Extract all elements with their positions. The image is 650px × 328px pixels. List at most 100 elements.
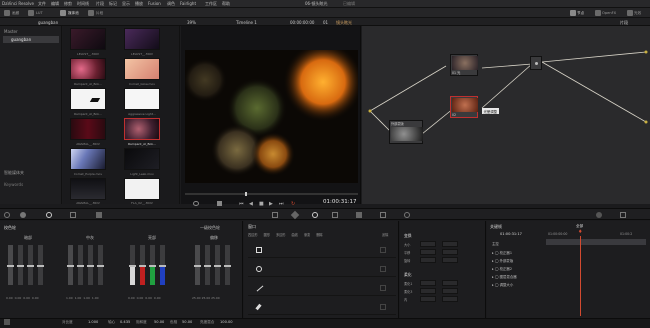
pan-field[interactable] (420, 249, 436, 255)
keyframe-playhead-icon[interactable]: ♦ (578, 229, 582, 235)
media-pool-icon[interactable] (60, 10, 66, 16)
tracker-icon[interactable] (332, 212, 338, 218)
reverse-icon[interactable]: ◀ (249, 201, 253, 207)
window-shape-circle[interactable] (248, 262, 396, 277)
aspect-field[interactable] (442, 241, 458, 247)
viewer-scrubber[interactable] (185, 192, 358, 196)
menu-item-color[interactable]: 调色 (167, 1, 175, 7)
play-icon[interactable]: ▶ (269, 201, 273, 207)
color-wheels-icon[interactable] (46, 212, 52, 218)
thumbnail[interactable] (124, 88, 160, 110)
window-toggle[interactable] (380, 285, 386, 291)
thumbnail-selected[interactable] (124, 118, 160, 140)
node-02[interactable]: 02 (450, 96, 478, 118)
thumbnail[interactable] (70, 178, 106, 200)
bin-master[interactable]: Master (4, 29, 18, 34)
menu-item-timeline[interactable]: 时间线 (77, 1, 89, 7)
menu-item-edit[interactable]: 编辑 (51, 1, 59, 7)
volume-icon[interactable] (217, 201, 222, 206)
curves-icon[interactable] (272, 212, 278, 218)
thumbnail[interactable] (70, 118, 106, 140)
thumbnail[interactable] (124, 58, 160, 80)
keyframe-row[interactable]: ▸ ◯ 外部蒙版 (492, 258, 513, 263)
inner-field[interactable] (420, 296, 436, 302)
rotate-field[interactable] (420, 257, 436, 263)
menu-item-fusion[interactable]: Fusion (148, 1, 161, 6)
thumbnail[interactable] (70, 28, 106, 50)
soft3-field[interactable] (420, 288, 436, 294)
thumbnail[interactable] (124, 178, 160, 200)
lightbox-icon[interactable] (627, 10, 633, 16)
thumbnail[interactable] (70, 88, 106, 110)
bin-guangban[interactable]: guangban (3, 36, 59, 43)
timeline-name[interactable]: Timeline 1 (236, 20, 257, 25)
playhead[interactable] (245, 192, 247, 196)
gallery-label[interactable]: 画廊 (12, 11, 19, 16)
reset-icon[interactable] (4, 319, 10, 325)
smart-bins-header[interactable]: 智能媒体夹 (4, 170, 24, 176)
keyframe-row[interactable]: ▸ ◯ 校正器2 (492, 266, 512, 271)
node-external-matte[interactable]: 外部蒙版 (389, 120, 423, 144)
window-toggle[interactable] (380, 304, 386, 310)
openfx-icon[interactable] (595, 10, 601, 16)
window-toggle[interactable] (380, 266, 386, 272)
sizing-icon[interactable] (404, 212, 410, 218)
keyframes-ruler[interactable] (546, 239, 646, 245)
size-field[interactable] (420, 241, 436, 247)
nodes-icon[interactable] (570, 10, 576, 16)
thumbnail[interactable] (70, 148, 106, 170)
keyframe-row[interactable]: ▸ ◯ 调整大小 (492, 282, 513, 287)
tool-quad[interactable]: 四边形 (248, 232, 258, 237)
smart-bin-keywords[interactable]: Keywords (4, 182, 23, 187)
tool-polygon[interactable]: 多边形 (276, 232, 286, 237)
menu-item-fairlight[interactable]: Fairlight (180, 1, 196, 6)
nodes-mode-label[interactable]: 片段 (620, 20, 628, 26)
keyframe-row[interactable]: ▸ ◯ 图层混合器 (492, 274, 517, 279)
nodes-label[interactable]: 节点 (577, 11, 584, 16)
qualifier-icon[interactable] (290, 210, 300, 220)
lut-icon[interactable] (28, 10, 34, 16)
tool-circle[interactable]: 圆形 (264, 232, 270, 237)
thumbnail[interactable] (124, 148, 160, 170)
window-filter-label[interactable]: 滤除 (382, 232, 388, 237)
thumbnail[interactable] (70, 58, 106, 80)
color-match-icon[interactable] (20, 212, 26, 218)
camera-raw-icon[interactable] (4, 212, 10, 218)
soft4-field[interactable] (442, 288, 458, 294)
menu-item-file[interactable]: 文件 (38, 1, 46, 7)
gallery-icon[interactable] (4, 10, 10, 16)
menu-item-view[interactable]: 显示 (122, 1, 130, 7)
zoom-level[interactable]: 39% (187, 20, 196, 25)
keyframe-row-master[interactable]: 主控 (492, 241, 499, 246)
lightbox-label[interactable]: 光效 (634, 11, 641, 16)
wheels-mode-select[interactable]: 一级校色轮 (200, 225, 220, 231)
info-icon[interactable] (620, 212, 626, 218)
key-icon[interactable] (380, 212, 386, 218)
menu-item-help[interactable]: 帮助 (222, 1, 230, 7)
window-shape-square[interactable] (248, 243, 396, 258)
tool-gradient[interactable]: 渐变 (304, 232, 310, 237)
last-frame-icon[interactable]: ⏭ (279, 201, 284, 207)
menu-item-playback[interactable]: 播放 (135, 1, 143, 7)
tilt-field[interactable] (442, 249, 458, 255)
rgb-mixer-icon[interactable] (70, 212, 76, 218)
first-frame-icon[interactable]: ⏮ (239, 201, 244, 207)
saturation-value[interactable]: 50.00 (154, 320, 164, 324)
keyframe-row[interactable]: ▸ ◯ 校正器1 (492, 250, 512, 255)
tool-delete[interactable]: 删除 (316, 232, 322, 237)
soft2-field[interactable] (442, 280, 458, 286)
menu-item-mark[interactable]: 标记 (109, 1, 117, 7)
opacity-field[interactable] (442, 257, 458, 263)
clips-icon[interactable] (88, 10, 94, 16)
window-icon[interactable] (312, 212, 318, 218)
outer-field[interactable] (442, 296, 458, 302)
loop-icon[interactable]: ↻ (291, 201, 295, 207)
window-toggle[interactable] (380, 247, 386, 253)
thumbnail[interactable] (124, 28, 160, 50)
window-shape-line[interactable] (248, 281, 396, 296)
viewer-image[interactable] (185, 50, 358, 183)
layer-mixer-node[interactable] (530, 56, 542, 70)
app-name[interactable]: DaVinci Resolve (2, 1, 34, 6)
soft1-field[interactable] (420, 280, 436, 286)
motion-effects-icon[interactable] (96, 212, 102, 218)
